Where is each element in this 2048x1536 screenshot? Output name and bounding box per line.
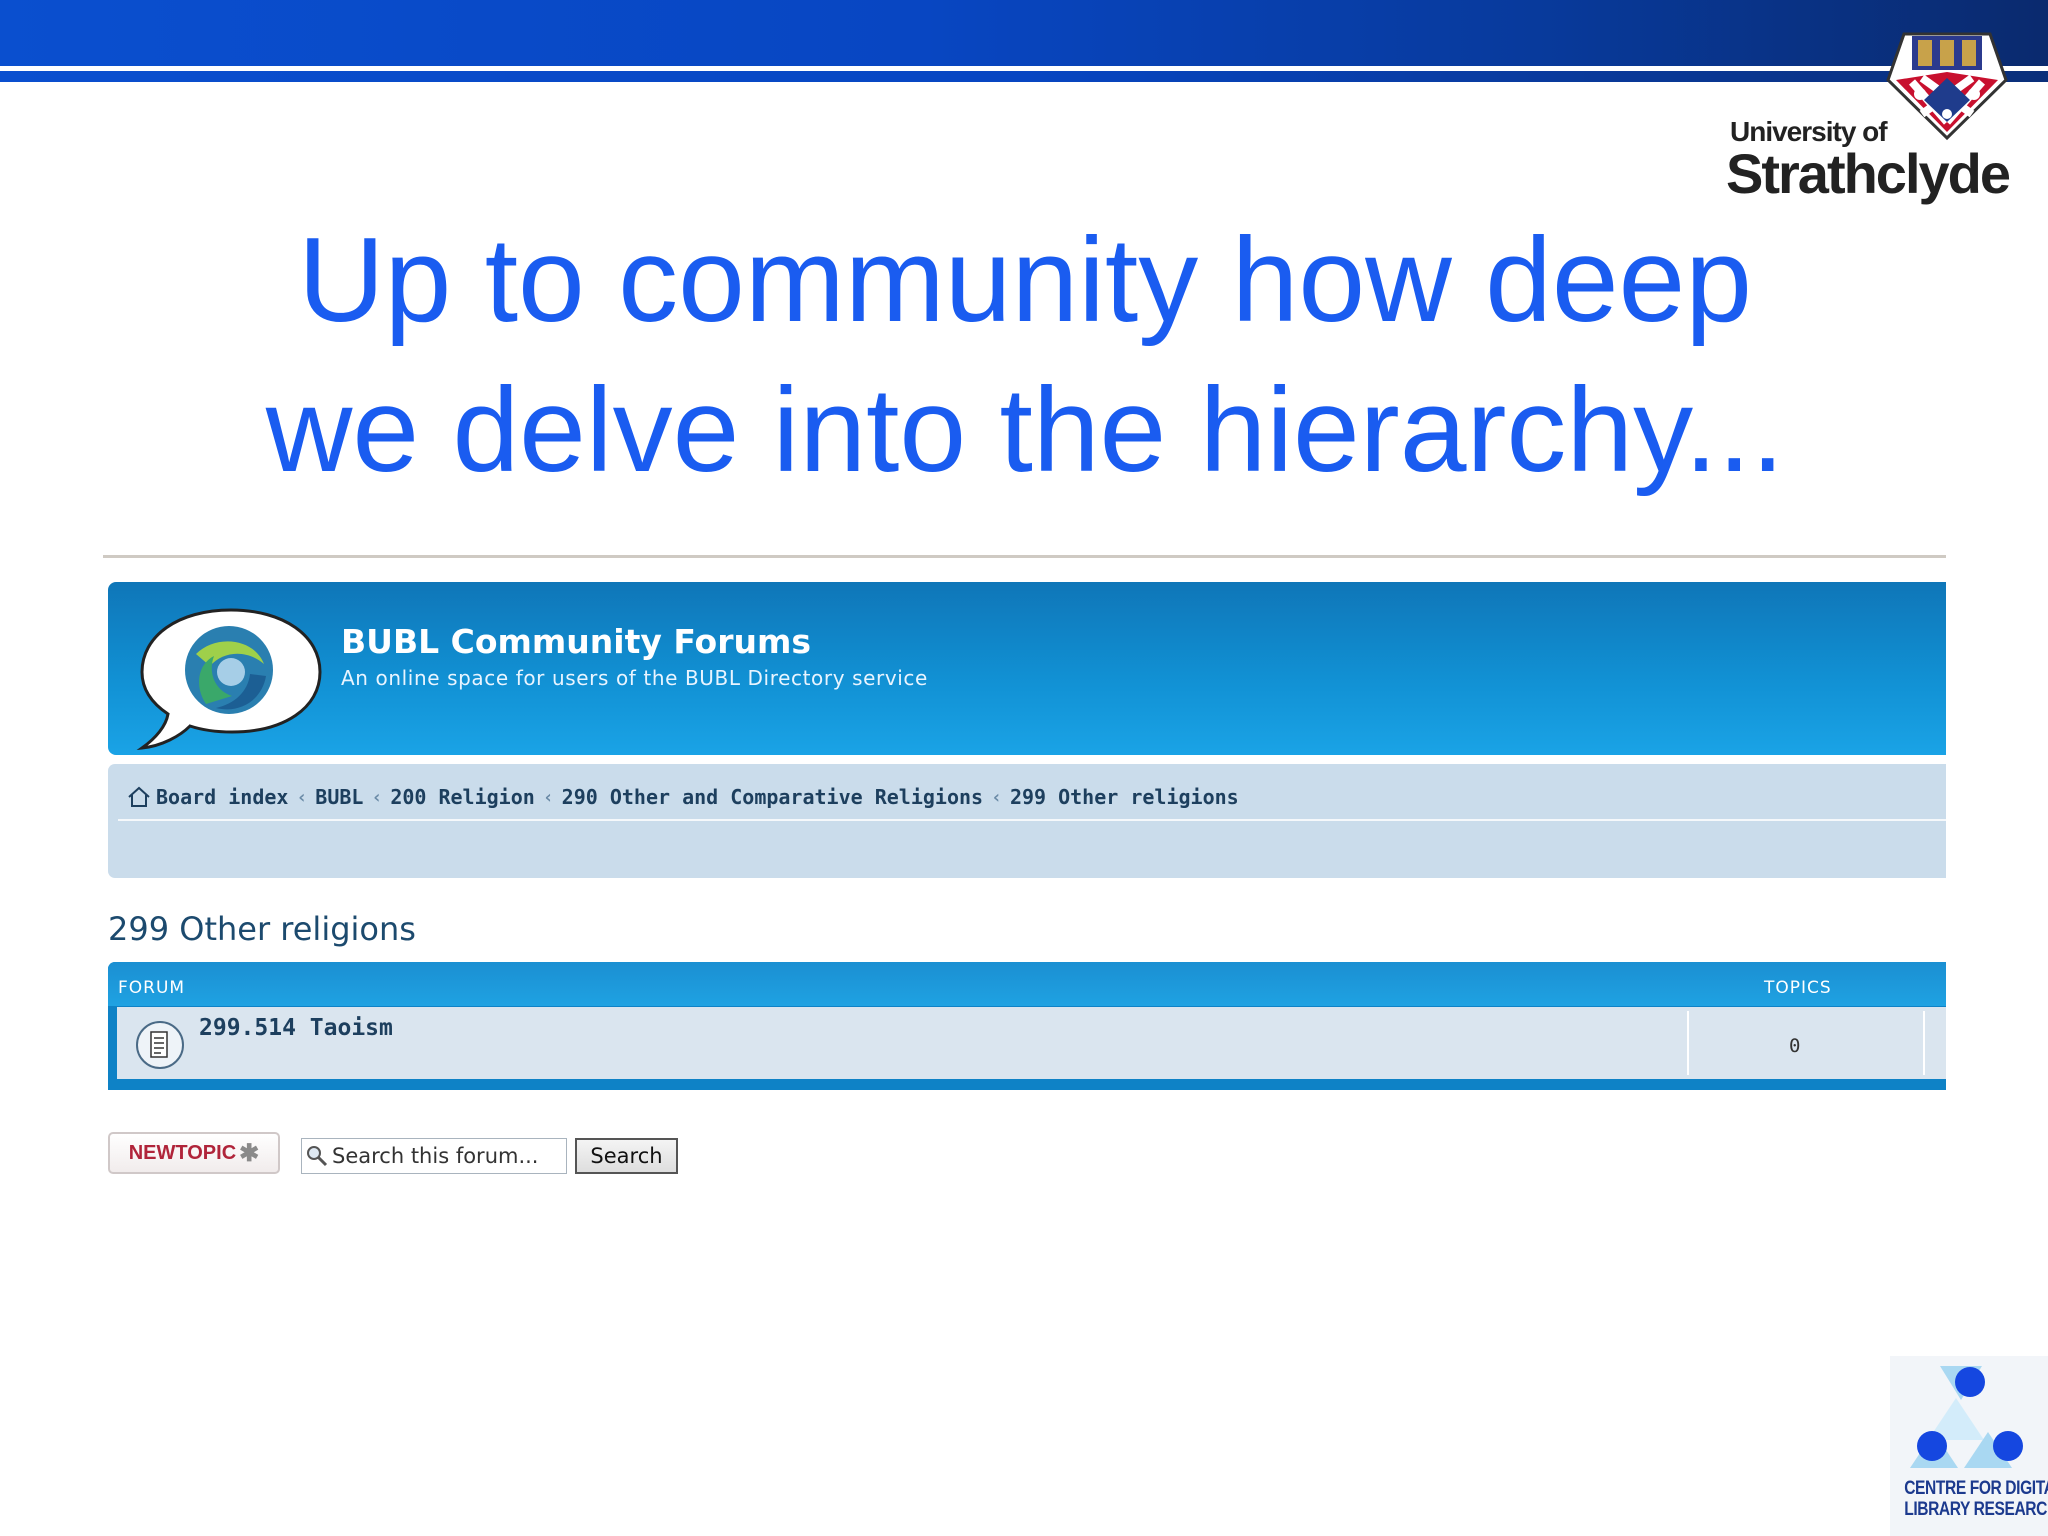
forum-read-icon bbox=[136, 1021, 184, 1069]
slide-title: Up to community how deep we delve into t… bbox=[130, 205, 1920, 505]
breadcrumb-separator: ‹ bbox=[991, 786, 1002, 808]
breadcrumb-separator: ‹ bbox=[371, 786, 383, 808]
cdlr-triangle-icon bbox=[1910, 1366, 2023, 1468]
university-crest-icon bbox=[1886, 32, 2008, 141]
search-button[interactable]: Search bbox=[575, 1138, 678, 1174]
speech-bubble-logo-icon[interactable] bbox=[136, 604, 326, 750]
table-row: 299.514 Taoism 0 bbox=[117, 1007, 1946, 1079]
forum-site-description: An online space for users of the BUBL Di… bbox=[341, 666, 928, 690]
asterisk-icon: ✱ bbox=[239, 1139, 260, 1167]
column-header-forum: FORUM bbox=[118, 978, 186, 998]
table-header: FORUM TOPICS bbox=[108, 962, 1946, 1006]
screenshot-divider bbox=[103, 555, 1946, 558]
cdlr-line-2: LIBRARY RESEARCH bbox=[1904, 1499, 2048, 1520]
column-divider bbox=[1687, 1011, 1689, 1075]
slide-title-line-1: Up to community how deep bbox=[297, 213, 1753, 347]
university-name-text: Strathclyde bbox=[1726, 142, 2011, 205]
new-topic-label: NEWTOPIC bbox=[128, 1141, 237, 1164]
home-icon[interactable] bbox=[126, 784, 152, 810]
breadcrumb-290-other-comparative[interactable]: 290 Other and Comparative Religions bbox=[562, 785, 983, 809]
navbar-divider bbox=[118, 819, 1946, 821]
breadcrumb-board-index[interactable]: Board index bbox=[156, 785, 288, 809]
table-footer bbox=[108, 1079, 1946, 1090]
slide: University of Strathclyde Up to communit… bbox=[0, 0, 2048, 1536]
breadcrumb-bubl[interactable]: BUBL bbox=[315, 785, 363, 809]
breadcrumb-200-religion[interactable]: 200 Religion bbox=[390, 785, 535, 809]
new-topic-button[interactable]: NEWTOPIC ✱ bbox=[108, 1132, 280, 1174]
column-header-topics: TOPICS bbox=[1764, 978, 1832, 998]
breadcrumb-299-other-religions[interactable]: 299 Other religions bbox=[1010, 785, 1239, 809]
cdlr-line-1: CENTRE FOR DIGITAL bbox=[1904, 1478, 2048, 1499]
breadcrumb-separator: ‹ bbox=[542, 786, 554, 808]
forum-header: BUBL Community Forums An online space fo… bbox=[108, 582, 1946, 755]
forum-site-title[interactable]: BUBL Community Forums bbox=[341, 622, 811, 661]
forum-heading[interactable]: 299 Other religions bbox=[108, 910, 416, 948]
forum-navbar: Board index ‹ BUBL ‹ 200 Religion ‹ 290 … bbox=[108, 764, 1946, 878]
university-logo: University of Strathclyde bbox=[1720, 20, 2020, 202]
slide-title-line-2: we delve into the hierarchy... bbox=[265, 363, 1785, 497]
search-icon bbox=[307, 1146, 328, 1167]
topics-count: 0 bbox=[1789, 1035, 1801, 1057]
forum-link-taoism[interactable]: 299.514 Taoism bbox=[199, 1015, 393, 1041]
forum-table: FORUM TOPICS 299.514 Taoism 0 bbox=[108, 962, 1946, 1090]
cdlr-logo: CENTRE FOR DIGITAL LIBRARY RESEARCH bbox=[1890, 1356, 2048, 1536]
cdlr-logo-text: CENTRE FOR DIGITAL LIBRARY RESEARCH bbox=[1904, 1478, 2048, 1520]
search-input[interactable] bbox=[332, 1144, 564, 1168]
breadcrumb: Board index ‹ BUBL ‹ 200 Religion ‹ 290 … bbox=[126, 784, 1239, 810]
search-box[interactable] bbox=[301, 1138, 567, 1174]
breadcrumb-separator: ‹ bbox=[296, 786, 308, 808]
